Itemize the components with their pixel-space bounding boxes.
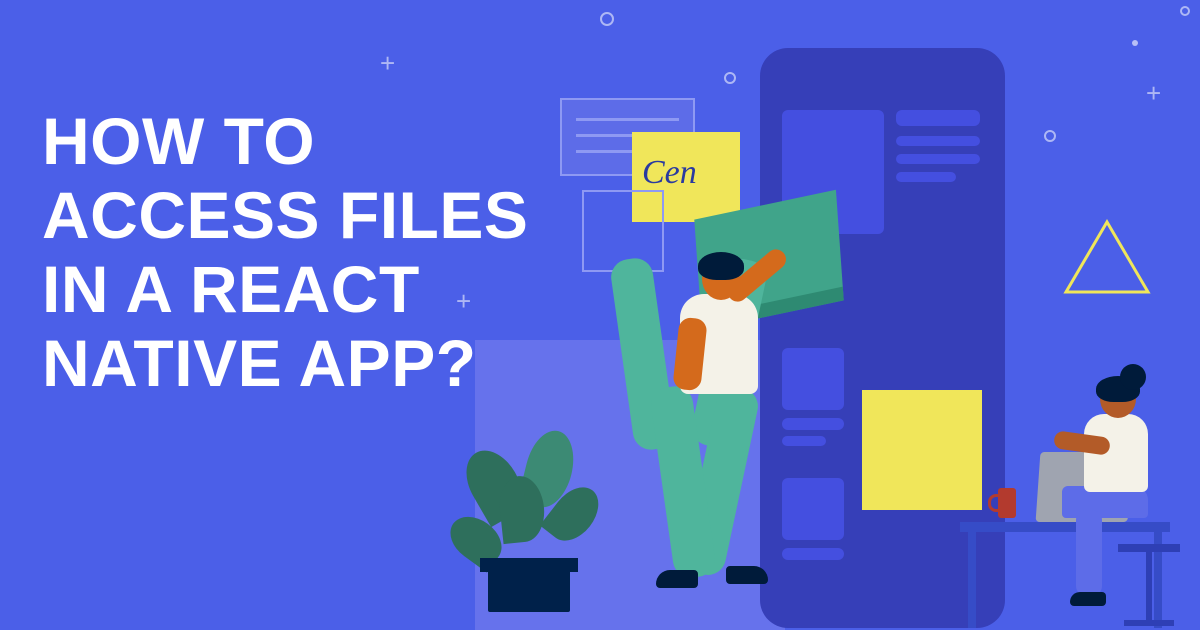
plus-deco-icon: + xyxy=(380,48,395,79)
person-placing-card xyxy=(620,258,800,598)
coffee-cup xyxy=(998,488,1016,518)
circle-deco-icon xyxy=(724,72,736,84)
triangle-deco-icon xyxy=(1062,218,1134,280)
circle-deco-icon xyxy=(1044,130,1056,142)
dot-deco-icon xyxy=(1132,40,1138,46)
sticky-note-yellow xyxy=(862,390,982,510)
page-title: HOW TO ACCESS FILES IN A REACT NATIVE AP… xyxy=(42,105,602,401)
circle-deco-icon xyxy=(600,12,614,26)
plus-deco-icon: + xyxy=(1146,78,1161,109)
circle-deco-icon xyxy=(1180,6,1190,16)
person-at-laptop xyxy=(1078,378,1198,628)
